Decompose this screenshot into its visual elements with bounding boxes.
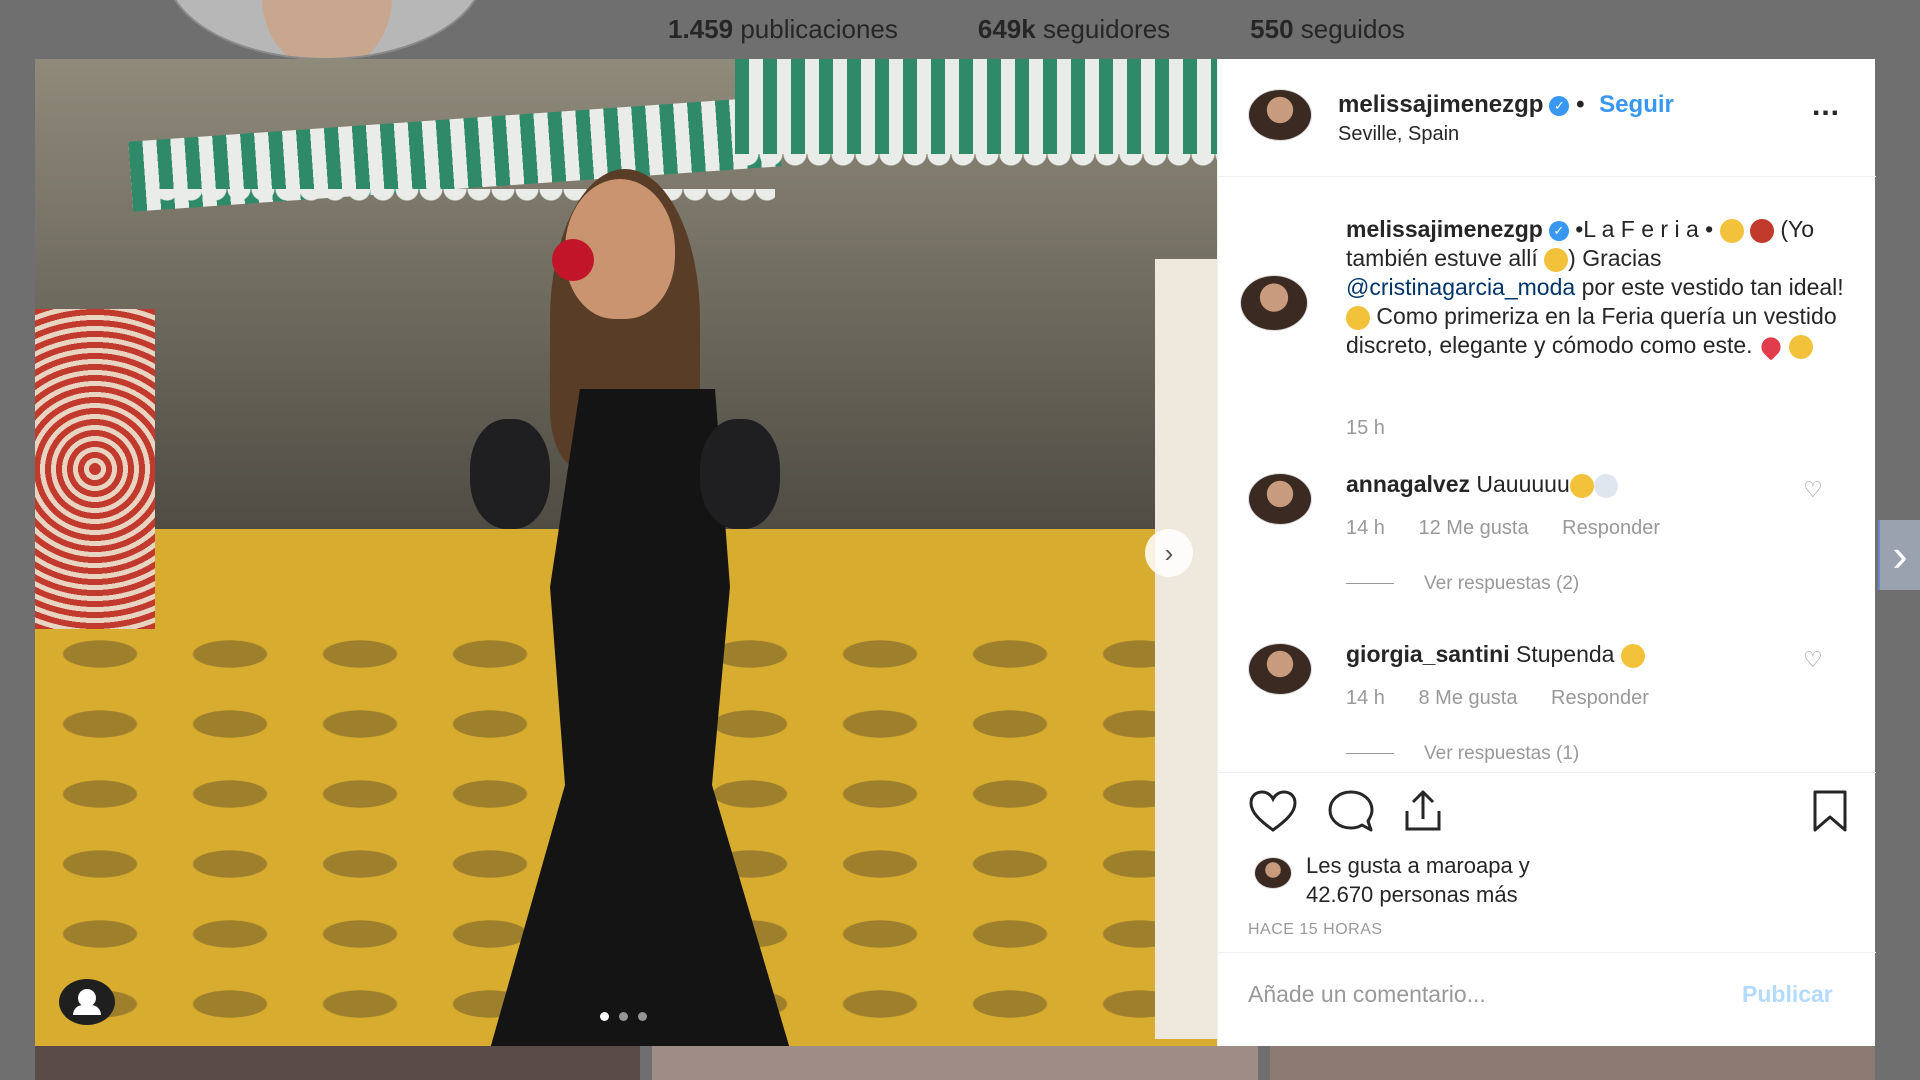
emoji: [1719, 218, 1744, 243]
emoji: [1544, 247, 1569, 272]
followers-count[interactable]: 649k seguidores: [978, 14, 1170, 45]
emoji: [1620, 643, 1645, 668]
post-location[interactable]: Seville, Spain: [1338, 123, 1459, 146]
comments-list[interactable]: melissajimenezgp ✓ •L a F e r i a • (Yo t…: [1218, 177, 1876, 772]
view-replies-button[interactable]: Ver respuestas (1): [1346, 743, 1579, 765]
user-tag-icon: [73, 989, 101, 1015]
post-actions: Les gusta a maroapa y 42.670 personas má…: [1218, 772, 1876, 952]
grid-thumbnail[interactable]: [652, 1046, 1258, 1080]
emoji: [1569, 473, 1594, 498]
comment: annagalvez Uauuuuu: [1346, 471, 1618, 498]
carousel-dot: [619, 1012, 628, 1021]
author-avatar[interactable]: [1248, 89, 1312, 141]
comment-input[interactable]: [1248, 981, 1728, 1008]
caption-time: 15 h: [1346, 417, 1385, 439]
caption-author-avatar[interactable]: [1240, 275, 1308, 331]
carousel-dot: [638, 1012, 647, 1021]
chevron-right-icon: ›: [1164, 537, 1174, 568]
heart-icon[interactable]: [1248, 789, 1298, 833]
emoji: [1750, 218, 1774, 243]
post-modal: › melissajimenezgp ✓ • Seguir Seville, Sp…: [35, 59, 1876, 1046]
commenter-avatar[interactable]: [1248, 643, 1312, 695]
carousel-indicator: [600, 1012, 647, 1021]
reply-button[interactable]: Responder: [1562, 517, 1660, 539]
more-options-icon[interactable]: ...: [1812, 89, 1840, 123]
emoji: [1757, 333, 1785, 361]
comment-likes[interactable]: 8 Me gusta: [1419, 687, 1518, 709]
comment-text: Stupenda: [1515, 641, 1615, 667]
share-icon[interactable]: [1398, 789, 1448, 833]
profile-avatar[interactable]: [165, 0, 485, 60]
comment-like-heart-icon[interactable]: ♡: [1803, 477, 1823, 503]
grid-thumbnail[interactable]: [35, 1046, 641, 1080]
profile-stats: 1.459 publicaciones 649k seguidores 550 …: [668, 14, 1405, 45]
profile-grid: [35, 1046, 1875, 1080]
emoji: [1346, 305, 1370, 330]
comment-likes[interactable]: 12 Me gusta: [1419, 517, 1529, 539]
comment-meta: 14 h 12 Me gusta Responder: [1346, 517, 1688, 540]
post-photo[interactable]: ›: [35, 59, 1217, 1046]
caption-username[interactable]: melissajimenezgp: [1346, 216, 1543, 242]
comment-meta: 14 h 8 Me gusta Responder: [1346, 687, 1677, 710]
posts-count: 1.459 publicaciones: [668, 14, 898, 44]
add-comment-bar: Publicar: [1218, 952, 1876, 1046]
author-username[interactable]: melissajimenezgp: [1338, 91, 1543, 118]
bookmark-icon[interactable]: [1808, 787, 1852, 835]
post-caption: melissajimenezgp ✓ •L a F e r i a • (Yo t…: [1346, 215, 1846, 361]
comment-time[interactable]: 14 h: [1346, 687, 1385, 709]
comment: giorgia_santini Stupenda: [1346, 641, 1645, 668]
post-header: melissajimenezgp ✓ • Seguir Seville, Spai…: [1218, 59, 1876, 177]
post-sidebar: melissajimenezgp ✓ • Seguir Seville, Spai…: [1217, 59, 1876, 1046]
mention-link[interactable]: @cristinagarcia_moda: [1346, 274, 1575, 300]
liker-avatar[interactable]: [1254, 857, 1292, 889]
verified-badge-icon: ✓: [1549, 95, 1570, 116]
user-tag-button[interactable]: [59, 979, 115, 1025]
comment-username[interactable]: giorgia_santini: [1346, 641, 1510, 667]
commenter-avatar[interactable]: [1248, 473, 1312, 525]
comment-like-heart-icon[interactable]: ♡: [1803, 647, 1823, 673]
emoji: [1789, 334, 1814, 359]
comment-icon[interactable]: [1326, 789, 1376, 833]
comment-text: Uauuuuu: [1476, 471, 1570, 497]
carousel-dot-active: [600, 1012, 609, 1021]
chevron-right-icon: ›: [1892, 529, 1908, 581]
reply-button[interactable]: Responder: [1551, 687, 1649, 709]
separator-dot: •: [1576, 91, 1585, 118]
next-post-button[interactable]: ›: [1878, 520, 1920, 590]
grid-thumbnail[interactable]: [1269, 1046, 1875, 1080]
view-replies-button[interactable]: Ver respuestas (2): [1346, 573, 1579, 595]
comment-time[interactable]: 14 h: [1346, 517, 1385, 539]
verified-badge-icon: ✓: [1548, 220, 1569, 241]
following-count[interactable]: 550 seguidos: [1250, 14, 1405, 45]
publish-button[interactable]: Publicar: [1742, 981, 1833, 1008]
likes-summary[interactable]: Les gusta a maroapa y 42.670 personas má…: [1306, 851, 1530, 909]
post-timestamp[interactable]: HACE 15 HORAS: [1248, 921, 1383, 939]
photo-subject: [470, 169, 800, 1046]
emoji: [1593, 473, 1618, 498]
comment-username[interactable]: annagalvez: [1346, 471, 1470, 497]
carousel-next-button[interactable]: ›: [1145, 529, 1193, 577]
follow-button[interactable]: Seguir: [1599, 91, 1674, 118]
